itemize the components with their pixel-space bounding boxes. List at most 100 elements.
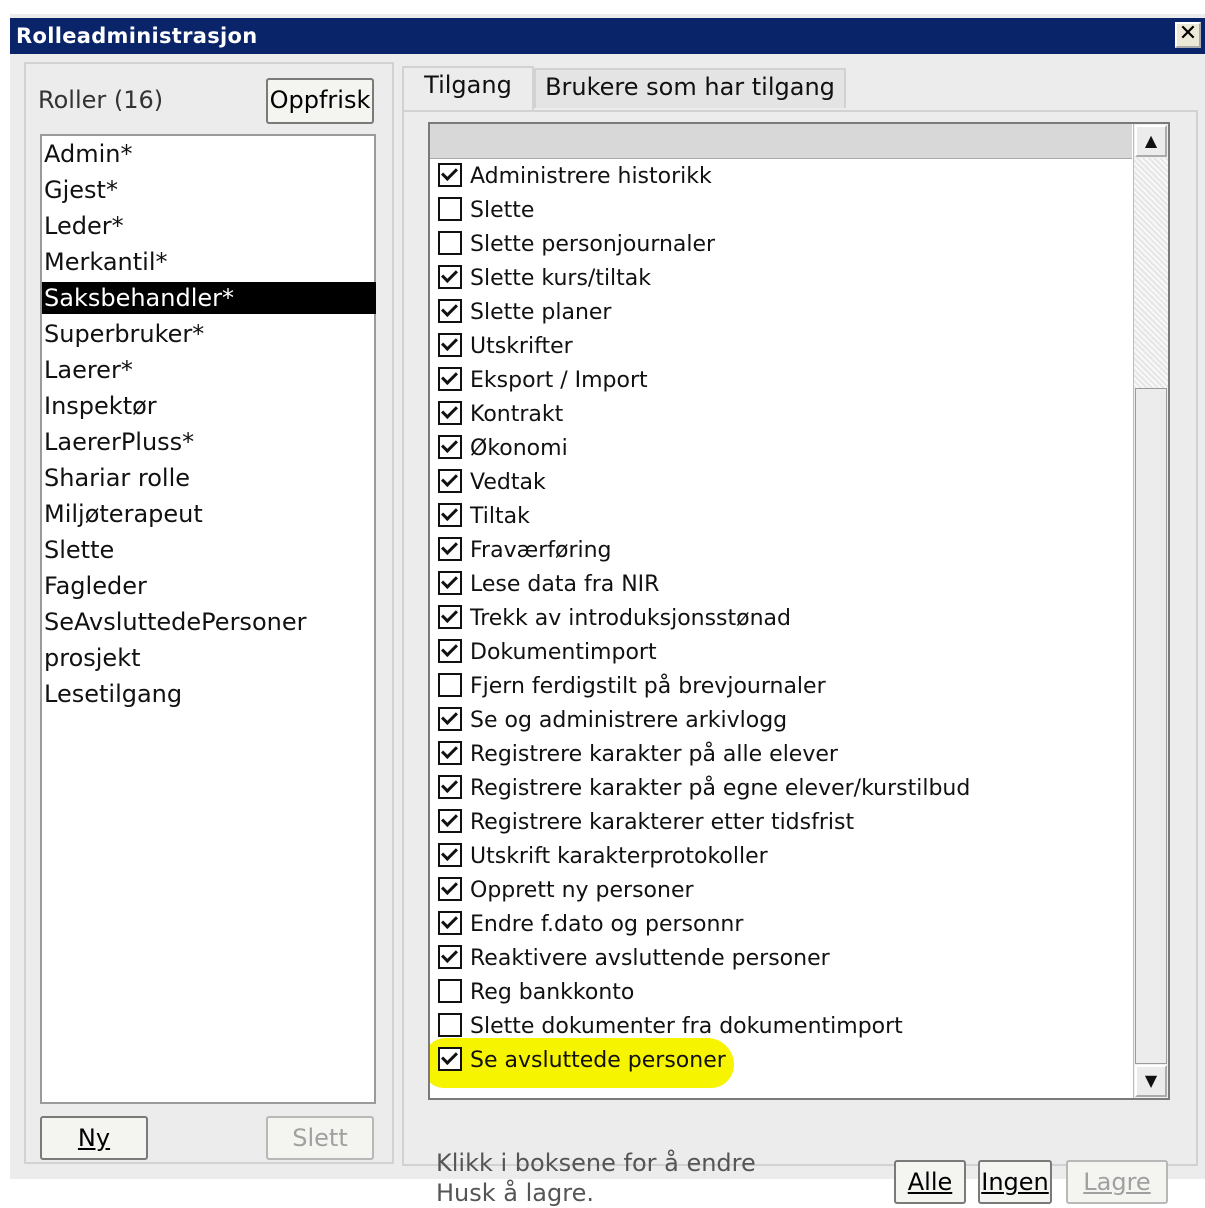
permission-label: Tiltak: [470, 504, 530, 529]
permission-label: Utskrifter: [470, 334, 573, 359]
permission-item[interactable]: Økonomi: [438, 432, 568, 466]
permission-item[interactable]: Reaktivere avsluttende personer: [438, 942, 830, 976]
permission-item[interactable]: Se avsluttede personer: [438, 1044, 726, 1078]
permission-item[interactable]: Administrere historikk: [438, 160, 712, 194]
checkbox-checked-icon[interactable]: [438, 163, 462, 187]
permission-item[interactable]: Utskrift karakterprotokoller: [438, 840, 768, 874]
checkbox-checked-icon[interactable]: [438, 707, 462, 731]
role-list-item[interactable]: Saksbehandler*: [42, 282, 376, 314]
role-list-item[interactable]: Slette: [42, 534, 376, 566]
scroll-thumb[interactable]: [1135, 388, 1167, 1064]
permission-item[interactable]: Reg bankkonto: [438, 976, 634, 1010]
checkbox-checked-icon[interactable]: [438, 367, 462, 391]
role-list-item[interactable]: LaererPluss*: [42, 426, 376, 458]
tab-access[interactable]: Tilgang: [402, 66, 534, 112]
scroll-up-icon[interactable]: ▲: [1135, 125, 1167, 157]
permission-item[interactable]: Slette personjournaler: [438, 228, 715, 262]
tab-content: ▲ ▼ Administrere historikk Slette Slette p…: [402, 110, 1198, 1207]
new-role-button[interactable]: Ny: [40, 1116, 148, 1160]
checkbox-unchecked-icon[interactable]: [438, 979, 462, 1003]
permission-item[interactable]: Registrere karakter på egne elever/kurst…: [438, 772, 970, 806]
role-list-item[interactable]: Shariar rolle: [42, 462, 376, 494]
permission-label: Se avsluttede personer: [470, 1048, 726, 1073]
checkbox-checked-icon[interactable]: [438, 469, 462, 493]
checkbox-checked-icon[interactable]: [438, 809, 462, 833]
role-list-item[interactable]: Leder*: [42, 210, 376, 242]
checkbox-checked-icon[interactable]: [438, 843, 462, 867]
checkbox-unchecked-icon[interactable]: [438, 673, 462, 697]
close-icon[interactable]: ✕: [1175, 22, 1201, 48]
role-list-item[interactable]: Merkantil*: [42, 246, 376, 278]
permission-label: Eksport / Import: [470, 368, 648, 393]
permission-item[interactable]: Se og administrere arkivlogg: [438, 704, 787, 738]
permission-label: Kontrakt: [470, 402, 564, 427]
permission-item[interactable]: Slette kurs/tiltak: [438, 262, 651, 296]
role-list-item[interactable]: Inspektør: [42, 390, 376, 422]
checkbox-checked-icon[interactable]: [438, 537, 462, 561]
permission-item[interactable]: Registrere karakter på alle elever: [438, 738, 838, 772]
delete-role-button[interactable]: Slett: [266, 1116, 374, 1160]
role-list-item[interactable]: Superbruker*: [42, 318, 376, 350]
checkbox-checked-icon[interactable]: [438, 741, 462, 765]
role-admin-window: Rolleadministrasjon ✕ Roller (16) Oppfri…: [10, 14, 1205, 1207]
permission-label: Endre f.dato og personnr: [470, 912, 744, 937]
role-list-item[interactable]: Fagleder: [42, 570, 376, 602]
checkbox-checked-icon[interactable]: [438, 299, 462, 323]
tab-users-with-access[interactable]: Brukere som har tilgang: [534, 68, 846, 108]
permission-item[interactable]: Utskrifter: [438, 330, 573, 364]
role-list-item[interactable]: SeAvsluttedePersoner: [42, 606, 376, 638]
role-list-item[interactable]: Miljøterapeut: [42, 498, 376, 530]
permission-label: Se og administrere arkivlogg: [470, 708, 788, 733]
checkbox-checked-icon[interactable]: [438, 571, 462, 595]
roles-panel: Roller (16) Oppfrisk Admin* Gjest* Leder* M…: [24, 62, 394, 1164]
checkbox-checked-icon[interactable]: [438, 503, 462, 527]
permission-item[interactable]: Slette dokumenter fra dokumentimport: [438, 1010, 903, 1044]
select-none-button[interactable]: Ingen: [978, 1160, 1052, 1204]
scrollbar[interactable]: ▲ ▼: [1133, 124, 1168, 1098]
permission-item[interactable]: Vedtak: [438, 466, 546, 500]
title-bar: Rolleadministrasjon ✕: [10, 18, 1205, 54]
role-list-item[interactable]: Laerer*: [42, 354, 376, 386]
checkbox-checked-icon[interactable]: [438, 775, 462, 799]
roles-list[interactable]: Admin* Gjest* Leder* Merkantil* Saksbehandle…: [40, 134, 376, 1104]
role-list-item[interactable]: prosjekt: [42, 642, 376, 674]
permission-item[interactable]: Dokumentimport: [438, 636, 657, 670]
permission-item[interactable]: Fjern ferdigstilt på brevjournaler: [438, 670, 826, 704]
permission-item[interactable]: Lese data fra NIR: [438, 568, 659, 602]
checkbox-checked-icon[interactable]: [438, 333, 462, 357]
checkbox-checked-icon[interactable]: [438, 605, 462, 629]
permission-item[interactable]: Fraværføring: [438, 534, 612, 568]
permission-item[interactable]: Opprett ny personer: [438, 874, 694, 908]
permission-item[interactable]: Registrere karakterer etter tidsfrist: [438, 806, 854, 840]
permission-item[interactable]: Endre f.dato og personnr: [438, 908, 743, 942]
checkbox-checked-icon[interactable]: [438, 1047, 462, 1071]
permission-item[interactable]: Tiltak: [438, 500, 530, 534]
checkbox-checked-icon[interactable]: [438, 265, 462, 289]
checkbox-checked-icon[interactable]: [438, 877, 462, 901]
checkbox-checked-icon[interactable]: [438, 435, 462, 459]
permission-item[interactable]: Trekk av introduksjonsstønad: [438, 602, 791, 636]
checkbox-checked-icon[interactable]: [438, 911, 462, 935]
scroll-track[interactable]: [1134, 158, 1168, 388]
refresh-button[interactable]: Oppfrisk: [266, 78, 374, 124]
checkbox-unchecked-icon[interactable]: [438, 197, 462, 221]
select-all-button[interactable]: Alle: [894, 1160, 966, 1204]
checkbox-checked-icon[interactable]: [438, 945, 462, 969]
checkbox-checked-icon[interactable]: [438, 401, 462, 425]
roles-count-label: Roller (16): [38, 86, 164, 114]
save-button[interactable]: Lagre: [1066, 1160, 1168, 1204]
permission-label: Økonomi: [470, 436, 568, 461]
hint-text: Klikk i boksene for å endre Husk å lagre…: [436, 1148, 756, 1208]
permission-label: Registrere karakter på alle elever: [470, 742, 838, 767]
permission-item[interactable]: Kontrakt: [438, 398, 563, 432]
role-list-item[interactable]: Admin*: [42, 138, 376, 170]
checkbox-unchecked-icon[interactable]: [438, 1013, 462, 1037]
permission-item[interactable]: Slette planer: [438, 296, 611, 330]
permission-item[interactable]: Eksport / Import: [438, 364, 648, 398]
permission-item[interactable]: Slette: [438, 194, 534, 228]
checkbox-checked-icon[interactable]: [438, 639, 462, 663]
checkbox-unchecked-icon[interactable]: [438, 231, 462, 255]
role-list-item[interactable]: Gjest*: [42, 174, 376, 206]
role-list-item[interactable]: Lesetilgang: [42, 678, 376, 710]
scroll-down-icon[interactable]: ▼: [1135, 1065, 1167, 1097]
